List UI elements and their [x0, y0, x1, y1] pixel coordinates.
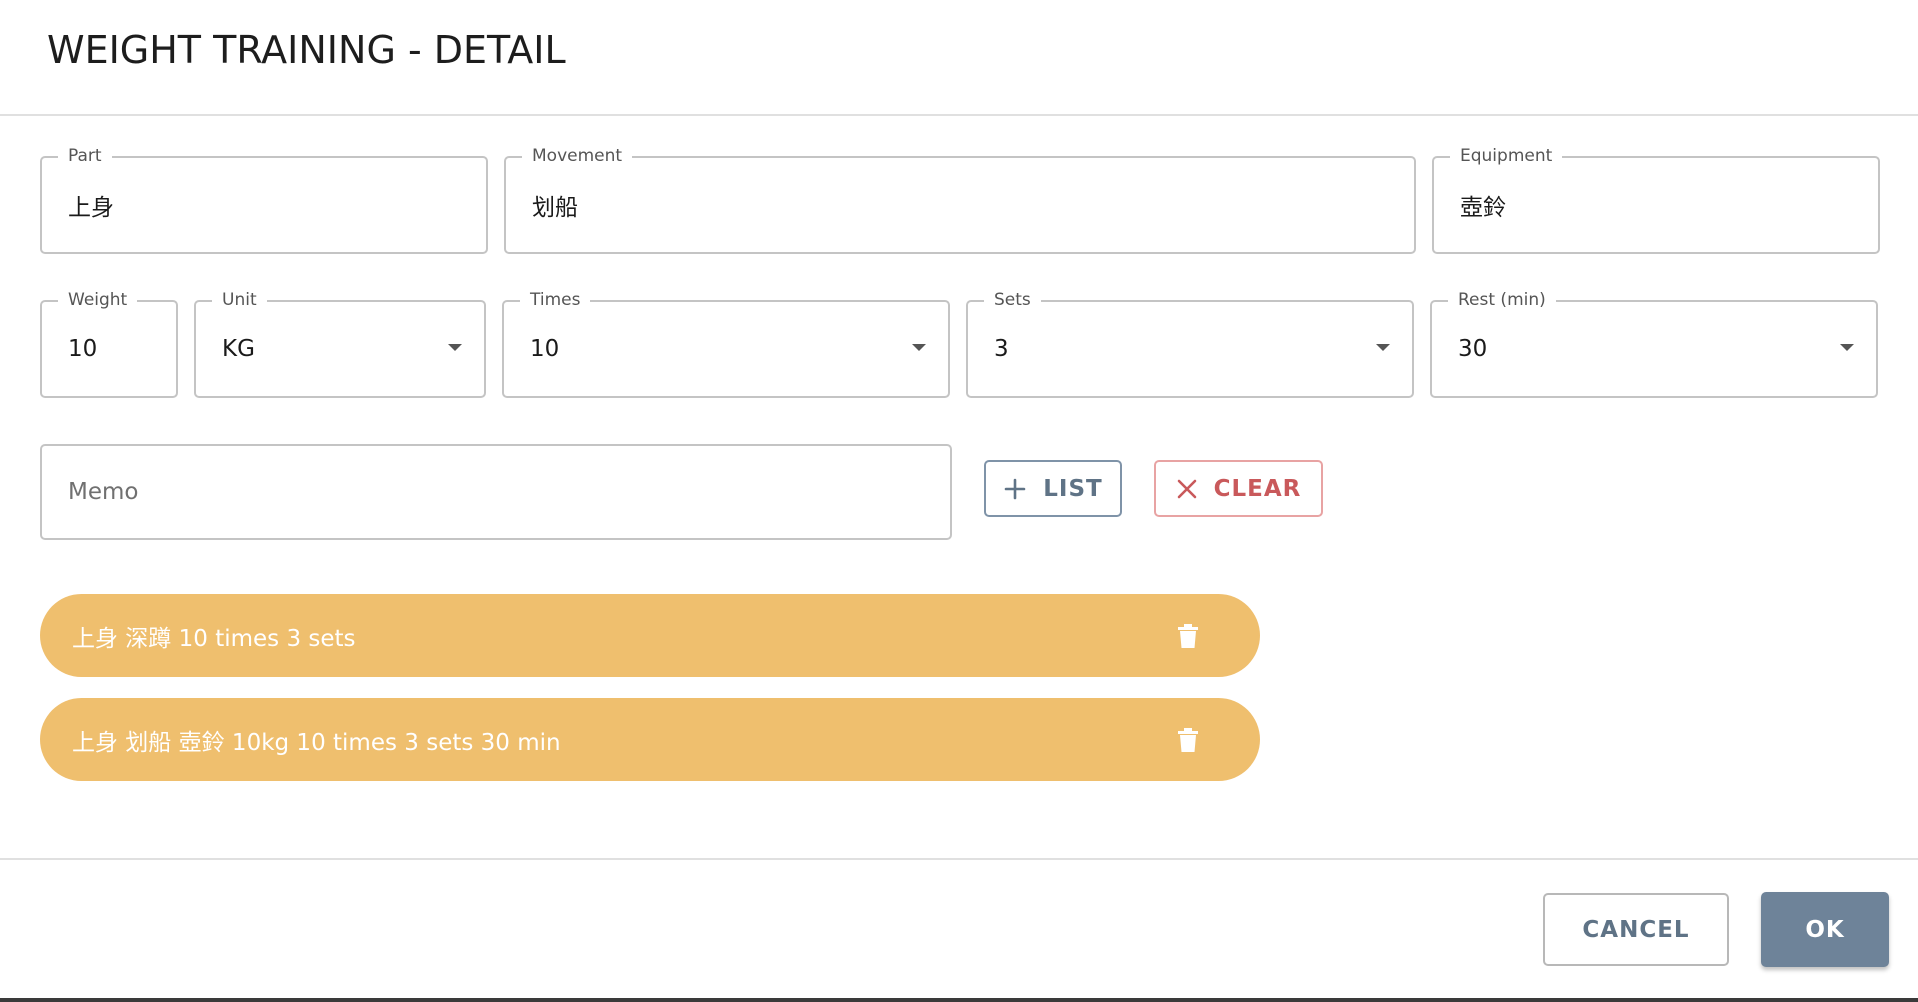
weight-value: 10 — [68, 336, 98, 362]
movement-label: Movement — [522, 144, 633, 168]
chevron-down-icon[interactable] — [1376, 344, 1390, 351]
part-label: Part — [58, 144, 112, 168]
times-label: Times — [520, 288, 591, 312]
close-icon — [1176, 478, 1198, 500]
part-field[interactable]: Part 上身 — [40, 144, 488, 254]
unit-value: KG — [222, 336, 255, 362]
unit-select[interactable]: Unit KG — [194, 288, 486, 398]
trash-icon[interactable] — [1176, 622, 1200, 650]
chevron-down-icon[interactable] — [912, 344, 926, 351]
rest-value: 30 — [1458, 336, 1488, 362]
rest-label: Rest (min) — [1448, 288, 1556, 312]
memo-field[interactable]: Memo — [40, 444, 952, 540]
list-item: 上身 划船 壺鈴 10kg 10 times 3 sets 30 min — [40, 698, 1260, 781]
chevron-down-icon[interactable] — [448, 344, 462, 351]
list-item: 上身 深蹲 10 times 3 sets — [40, 594, 1260, 677]
list-button-label: LIST — [1043, 475, 1103, 502]
footer-divider — [0, 858, 1918, 860]
memo-placeholder: Memo — [68, 479, 139, 505]
part-value: 上身 — [68, 195, 114, 221]
times-value: 10 — [530, 336, 560, 362]
equipment-label: Equipment — [1450, 144, 1563, 168]
clear-button[interactable]: CLEAR — [1154, 460, 1323, 517]
dialog-title: WEIGHT TRAINING - DETAIL — [47, 28, 566, 72]
trash-icon[interactable] — [1176, 726, 1200, 754]
chevron-down-icon[interactable] — [1840, 344, 1854, 351]
list-item-label: 上身 划船 壺鈴 10kg 10 times 3 sets 30 min — [72, 729, 561, 756]
weight-training-detail-dialog: WEIGHT TRAINING - DETAIL Part 上身 Movemen… — [0, 0, 1918, 1002]
sets-select[interactable]: Sets 3 — [966, 288, 1414, 398]
header-divider — [0, 114, 1918, 116]
sets-value: 3 — [994, 336, 1009, 362]
ok-button[interactable]: OK — [1761, 892, 1889, 967]
equipment-field[interactable]: Equipment 壺鈴 — [1432, 144, 1880, 254]
window-bottom-edge — [0, 998, 1918, 1002]
movement-value: 划船 — [532, 195, 578, 221]
list-item-label: 上身 深蹲 10 times 3 sets — [72, 625, 356, 652]
times-select[interactable]: Times 10 — [502, 288, 950, 398]
weight-label: Weight — [58, 288, 138, 312]
weight-field[interactable]: Weight 10 — [40, 288, 178, 398]
cancel-button[interactable]: CANCEL — [1543, 893, 1729, 966]
clear-button-label: CLEAR — [1213, 475, 1302, 502]
unit-label: Unit — [212, 288, 267, 312]
add-list-button[interactable]: LIST — [984, 460, 1122, 517]
sets-label: Sets — [984, 288, 1041, 312]
plus-icon — [1003, 477, 1027, 501]
rest-select[interactable]: Rest (min) 30 — [1430, 288, 1878, 398]
movement-field[interactable]: Movement 划船 — [504, 144, 1416, 254]
equipment-value: 壺鈴 — [1460, 195, 1506, 221]
